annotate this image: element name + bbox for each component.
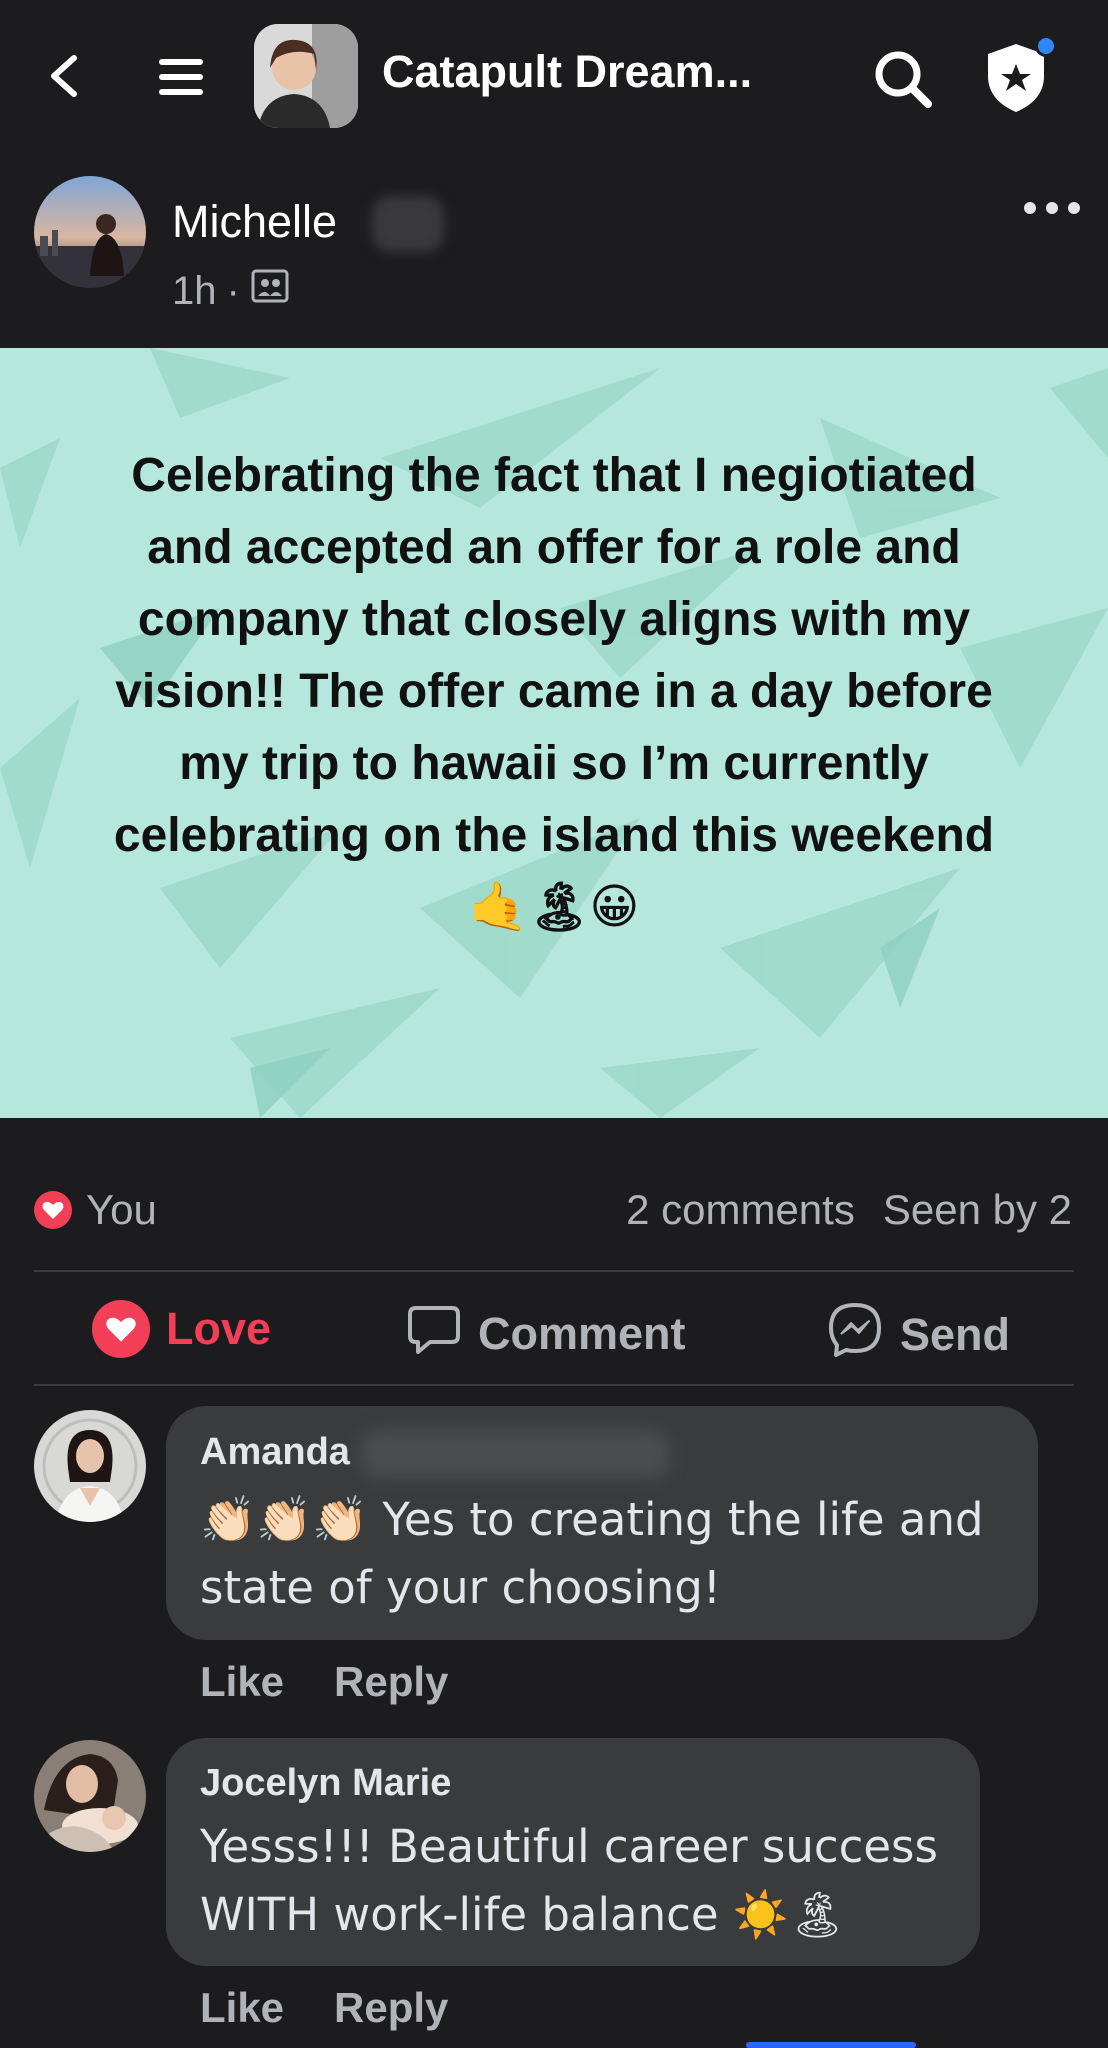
- shield-star-icon[interactable]: [980, 32, 1060, 116]
- comment-icon: [406, 1300, 462, 1367]
- top-bar: Catapult Dream...: [0, 0, 1108, 150]
- commenter-name[interactable]: Jocelyn Marie: [200, 1762, 946, 1805]
- post-time[interactable]: 1h: [172, 269, 217, 314]
- author-surname-redaction: [372, 196, 444, 252]
- commenter-avatar[interactable]: [34, 1410, 146, 1522]
- author-name[interactable]: Michelle: [172, 196, 337, 248]
- comments-count[interactable]: 2 comments: [626, 1186, 855, 1234]
- comment-actions: Like Reply: [200, 1658, 448, 1706]
- post-stats: 2 comments Seen by 2: [626, 1186, 1072, 1234]
- back-icon[interactable]: [40, 46, 90, 106]
- meta-separator: ·: [226, 268, 240, 313]
- reactions-summary[interactable]: You: [34, 1186, 157, 1234]
- divider: [34, 1384, 1074, 1386]
- reply-button[interactable]: Reply: [334, 1658, 448, 1706]
- love-icon: [92, 1300, 150, 1358]
- commenter-avatar[interactable]: [34, 1740, 146, 1852]
- send-label: Send: [900, 1308, 1011, 1360]
- love-reaction-icon: [34, 1191, 72, 1229]
- post-text: Celebrating the fact that I negiotiated …: [113, 449, 995, 934]
- love-button[interactable]: Love: [92, 1300, 271, 1358]
- comment-text: 👏🏻👏🏻👏🏻 Yes to creating the life and stat…: [200, 1493, 984, 1614]
- love-label: Love: [166, 1303, 272, 1354]
- home-indicator: [746, 2042, 916, 2048]
- comment-button[interactable]: Comment: [406, 1300, 686, 1367]
- more-options-icon[interactable]: [1024, 198, 1080, 218]
- reactor-name: You: [86, 1186, 157, 1233]
- menu-icon[interactable]: [156, 52, 206, 102]
- comment-bubble: Amanda 👏🏻👏🏻👏🏻 Yes to creating the life a…: [166, 1406, 1038, 1640]
- search-icon[interactable]: [868, 44, 938, 114]
- post-meta: 1h ·: [172, 266, 290, 316]
- group-icon: [250, 266, 290, 316]
- post-background: Celebrating the fact that I negiotiated …: [0, 348, 1108, 1118]
- author-avatar[interactable]: [34, 176, 146, 288]
- send-button[interactable]: Send: [826, 1300, 1010, 1369]
- like-button[interactable]: Like: [200, 1984, 284, 2032]
- seen-by[interactable]: Seen by 2: [883, 1186, 1072, 1234]
- comment-text: Yesss!!! Beautiful career success WITH w…: [200, 1820, 938, 1941]
- comment-bubble: Jocelyn Marie Yesss!!! Beautiful career …: [166, 1738, 980, 1966]
- comment-actions: Like Reply: [200, 1984, 448, 2032]
- group-title[interactable]: Catapult Dream...: [382, 46, 752, 98]
- comment-label: Comment: [478, 1307, 686, 1359]
- reply-button[interactable]: Reply: [334, 1984, 448, 2032]
- like-button[interactable]: Like: [200, 1658, 284, 1706]
- divider: [34, 1270, 1074, 1272]
- group-avatar[interactable]: [254, 24, 358, 128]
- messenger-icon: [826, 1300, 884, 1369]
- post-screen: Catapult Dream... Michelle 1h · Celebrat…: [0, 0, 1108, 2048]
- surname-redaction: [359, 1430, 670, 1478]
- commenter-name[interactable]: Amanda: [200, 1430, 1004, 1478]
